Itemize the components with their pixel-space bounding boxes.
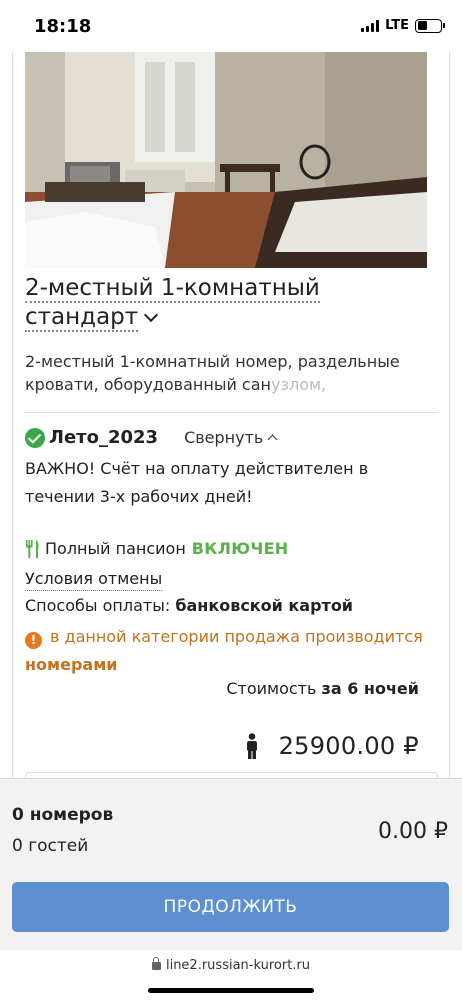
- room-title-text[interactable]: 2-местный 1-комнатный стандарт: [25, 275, 320, 332]
- sale-warning: ! в данной категории продажа производится…: [25, 623, 437, 679]
- fork-knife-icon: [26, 539, 39, 558]
- room-description-faded: узлом,: [271, 375, 327, 394]
- room-description-text: 2-местный 1-комнатный номер, раздельные …: [25, 352, 400, 394]
- url-text[interactable]: line2.russian-kurort.ru: [166, 958, 310, 973]
- status-time: 18:18: [34, 16, 92, 37]
- warning-bold: номерами: [25, 655, 118, 674]
- guests-count: 0 гостей: [12, 836, 89, 856]
- meal-plan: Полный пансион ВКЛЮЧЕН: [25, 539, 289, 558]
- room-description: 2-местный 1-комнатный номер, раздельные …: [25, 350, 435, 396]
- cost-row: Стоимость за 6 ночей: [226, 679, 419, 698]
- browser-address-bar[interactable]: line2.russian-kurort.ru: [0, 950, 462, 1000]
- signal-icon: [361, 19, 380, 32]
- meal-label: Полный пансион: [45, 539, 186, 558]
- price-row: 25900.00 ₽: [245, 732, 419, 760]
- url-display[interactable]: line2.russian-kurort.ru: [0, 957, 462, 973]
- tariff-notice: ВАЖНО! Счёт на оплату действителен в теч…: [25, 459, 369, 506]
- warning-icon: !: [25, 632, 42, 649]
- status-indicators: LTE: [361, 18, 445, 33]
- chevron-down-icon[interactable]: [144, 307, 159, 323]
- network-label: LTE: [385, 18, 409, 33]
- warning-text: в данной категории продажа производится: [50, 627, 423, 646]
- lock-icon: [151, 957, 161, 970]
- booking-footer: 0 номеров 0 гостей 0.00 ₽ ПРОДОЛЖИТЬ: [0, 778, 462, 950]
- rooms-count: 0 номеров: [12, 805, 114, 825]
- cost-period: за 6 ночей: [321, 679, 419, 698]
- person-icon: [246, 733, 257, 759]
- cost-label: Стоимость: [226, 679, 317, 698]
- check-circle-icon: [25, 427, 45, 448]
- room-card: 2-местный 1-комнатный стандарт 2-местный…: [12, 52, 450, 812]
- room-photo[interactable]: [25, 52, 427, 268]
- collapse-button[interactable]: Свернуть: [184, 428, 278, 447]
- room-price: 25900.00 ₽: [278, 732, 419, 760]
- chevron-up-icon[interactable]: [267, 434, 278, 445]
- battery-icon: [415, 18, 445, 33]
- payment-methods: Способы оплаты: банковской картой: [25, 596, 353, 615]
- payment-value: банковской картой: [175, 596, 354, 615]
- cancel-conditions-link[interactable]: Условия отмены: [25, 568, 163, 591]
- continue-button[interactable]: ПРОДОЛЖИТЬ: [12, 882, 449, 932]
- tariff-header: Лето_2023 Свернуть: [25, 427, 278, 448]
- collapse-label[interactable]: Свернуть: [184, 428, 263, 447]
- meal-status: ВКЛЮЧЕН: [191, 539, 289, 558]
- total-price: 0.00 ₽: [378, 819, 448, 844]
- room-title[interactable]: 2-местный 1-комнатный стандарт: [25, 274, 355, 332]
- status-bar: 18:18 LTE: [0, 0, 462, 52]
- divider: [25, 412, 438, 413]
- tariff-name: Лето_2023: [49, 427, 159, 448]
- home-indicator[interactable]: [148, 988, 314, 993]
- room-photo-image: [25, 52, 427, 268]
- payment-label: Способы оплаты:: [25, 596, 171, 615]
